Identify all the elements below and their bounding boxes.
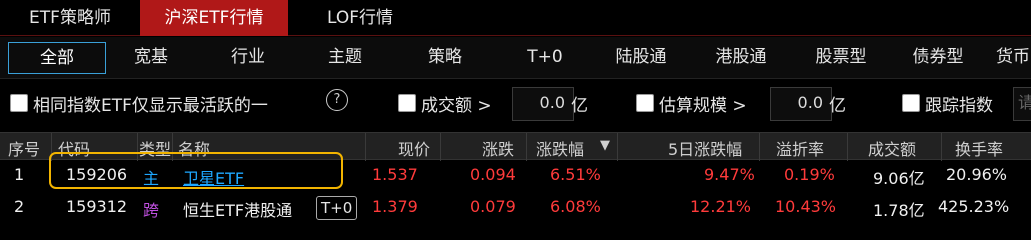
category-money[interactable]: 货币 [996, 42, 1031, 72]
col-change-pct[interactable]: 涨跌幅 [536, 136, 584, 160]
category-industry[interactable]: 行业 [213, 42, 283, 72]
col-index[interactable]: 序号 [8, 136, 40, 160]
row-code: 159312 [66, 197, 128, 216]
tab-shsz-etf-quotes[interactable]: 沪深ETF行情 [140, 0, 288, 36]
row-price: 1.537 [372, 165, 418, 184]
col-price[interactable]: 现价 [398, 136, 430, 160]
same-index-label: 相同指数ETF仅显示最活跃的一 [33, 96, 268, 116]
col-premium[interactable]: 溢折率 [776, 136, 824, 160]
row-turnover: 20.96% [946, 165, 1008, 184]
category-broad-base[interactable]: 宽基 [116, 42, 186, 72]
tab-etf-strategist[interactable]: ETF策略师 [0, 0, 140, 36]
row-volume: 1.78亿 [873, 201, 925, 220]
scale-input[interactable]: 0.0 [770, 87, 832, 121]
row-premium: 10.43% [775, 197, 837, 216]
volume-checkbox[interactable] [398, 94, 416, 112]
row-change: 0.094 [470, 165, 516, 184]
row-highlight-box [49, 152, 343, 189]
volume-unit: 亿 [571, 96, 588, 116]
row-price: 1.379 [372, 197, 418, 216]
row-change-pct: 6.08% [550, 197, 601, 216]
row-5day-change-pct: 9.47% [704, 165, 755, 184]
tab-lof-quotes[interactable]: LOF行情 [300, 0, 420, 36]
tracking-index-checkbox[interactable] [902, 94, 920, 112]
sort-desc-icon[interactable]: ▼ [600, 138, 610, 153]
scale-label: 估算规模 > [659, 96, 747, 116]
col-turnover[interactable]: 换手率 [955, 136, 1003, 160]
row-change-pct: 6.51% [550, 165, 601, 184]
category-bond[interactable]: 债券型 [893, 42, 983, 72]
volume-label: 成交额 > [421, 96, 492, 116]
tracking-index-input[interactable]: 请 [1013, 87, 1031, 121]
col-5day-change-pct[interactable]: 5日涨跌幅 [668, 136, 742, 160]
category-all[interactable]: 全部 [8, 42, 106, 74]
col-volume[interactable]: 成交额 [868, 136, 916, 160]
col-change[interactable]: 涨跌 [482, 136, 514, 160]
category-theme[interactable]: 主题 [310, 42, 380, 72]
filter-row: 相同指数ETF仅显示最活跃的一 ? 成交额 > 0.0 亿 估算规模 > 0.0… [0, 80, 1031, 126]
row-index: 2 [14, 197, 25, 216]
volume-input[interactable]: 0.0 [512, 87, 574, 121]
row-turnover: 425.23% [938, 197, 1010, 216]
row-5day-change-pct: 12.21% [690, 197, 752, 216]
help-icon[interactable]: ? [326, 89, 348, 111]
category-t0[interactable]: T+0 [510, 42, 580, 72]
row-premium: 0.19% [784, 165, 835, 184]
row-change: 0.079 [470, 197, 516, 216]
row-type: 跨 [143, 201, 160, 220]
category-strategy[interactable]: 策略 [410, 42, 480, 72]
category-southbound[interactable]: 港股通 [696, 42, 786, 72]
category-filter-bar: 全部 宽基 行业 主题 策略 T+0 陆股通 港股通 股票型 债券型 货币 [0, 37, 1031, 79]
category-northbound[interactable]: 陆股通 [596, 42, 686, 72]
row-name[interactable]: 恒生ETF港股通 [183, 197, 292, 221]
scale-checkbox[interactable] [636, 94, 654, 112]
same-index-checkbox[interactable] [10, 94, 28, 112]
category-equity[interactable]: 股票型 [796, 42, 886, 72]
market-tab-bar: ETF策略师 沪深ETF行情 LOF行情 [0, 0, 1031, 36]
table-row[interactable]: 2 159312 跨 恒生ETF港股通 T+0 1.379 0.079 6.08… [0, 193, 1031, 223]
t0-badge: T+0 [316, 196, 358, 220]
scale-unit: 亿 [829, 96, 846, 116]
row-volume: 9.06亿 [873, 169, 925, 188]
row-index: 1 [14, 165, 25, 184]
tracking-index-label: 跟踪指数 [925, 96, 993, 116]
